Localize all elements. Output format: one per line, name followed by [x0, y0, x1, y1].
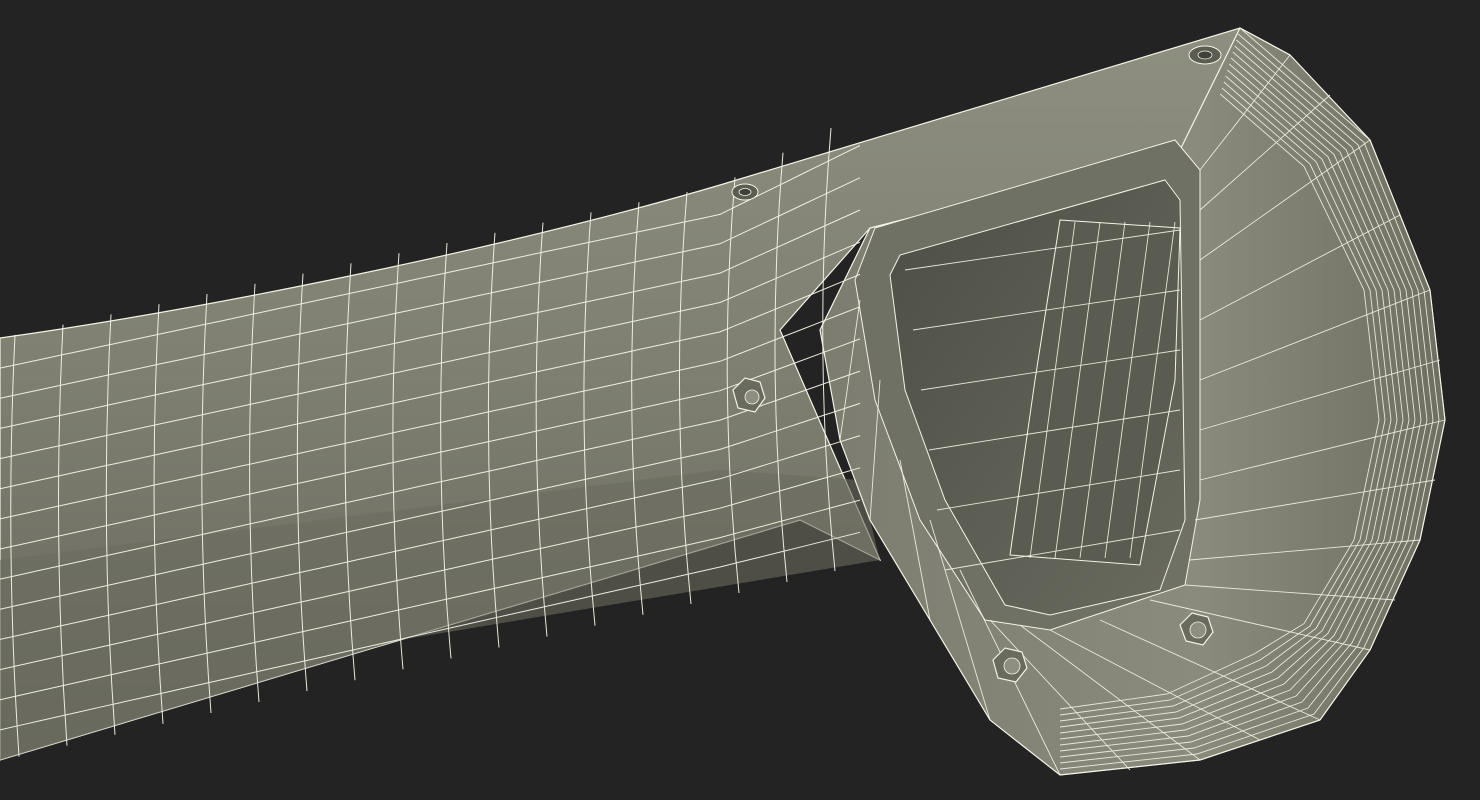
screw-hole-top-right — [1188, 45, 1222, 65]
wireframe-model — [0, 27, 1446, 776]
screw-hole-top-left — [731, 183, 759, 201]
render-viewport — [0, 0, 1480, 800]
